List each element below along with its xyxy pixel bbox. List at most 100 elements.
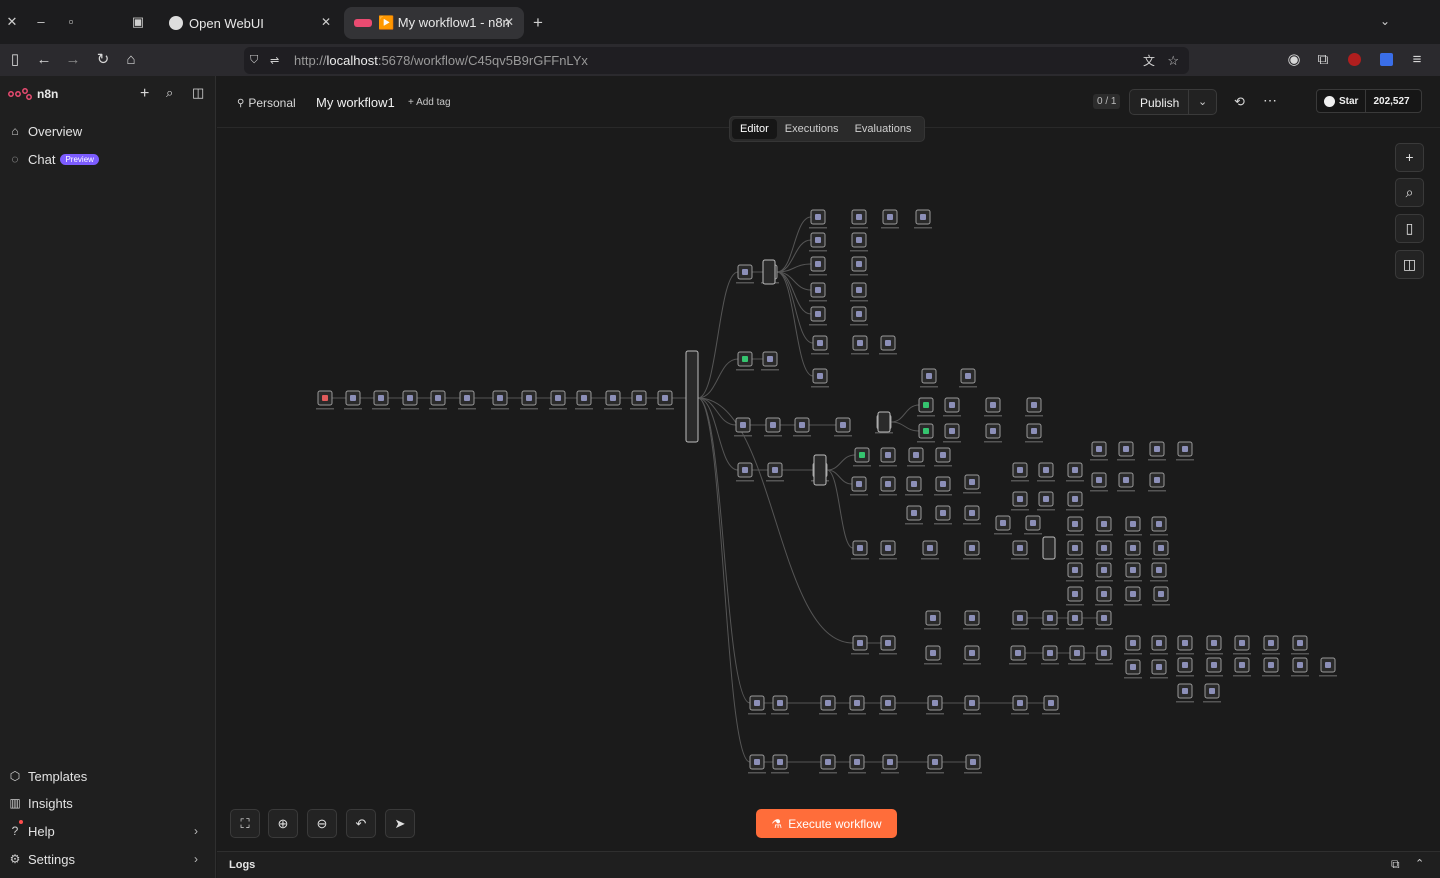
workflow-node[interactable] xyxy=(1176,441,1194,461)
github-star-button[interactable]: Star 202,527 xyxy=(1316,89,1422,113)
sidebar-item-help[interactable]: ? Help › xyxy=(8,821,208,841)
back-icon[interactable]: ← xyxy=(35,51,53,69)
workflow-node[interactable] xyxy=(879,335,897,355)
workflow-node[interactable] xyxy=(1066,491,1084,511)
workflow-node[interactable] xyxy=(372,390,390,410)
workflow-node[interactable] xyxy=(1042,695,1060,715)
workflow-node[interactable] xyxy=(748,754,766,774)
execute-workflow-button[interactable]: ⚗ Execute workflow xyxy=(756,809,897,838)
sidebar-item-insights[interactable]: ▥ Insights xyxy=(8,793,72,813)
workflow-node[interactable] xyxy=(1262,635,1280,655)
workflow-node[interactable] xyxy=(879,447,897,467)
workflow-node[interactable] xyxy=(429,390,447,410)
collapse-sidebar-icon[interactable]: ◫ xyxy=(192,85,204,101)
tab-close-icon[interactable]: ✕ xyxy=(504,15,514,29)
add-tag-link[interactable]: + Add tag xyxy=(408,97,451,108)
sidebar-toggle-icon[interactable]: ▯ xyxy=(6,51,24,69)
sidebar-item-overview[interactable]: ⌂ Overview xyxy=(8,121,82,141)
workflow-node[interactable] xyxy=(1124,635,1142,655)
workflow-node[interactable] xyxy=(881,209,899,229)
workflow-node[interactable] xyxy=(1095,586,1113,606)
workflow-node[interactable] xyxy=(984,397,1002,417)
workflow-node[interactable] xyxy=(1011,491,1029,511)
create-icon[interactable]: + xyxy=(140,85,149,103)
workflow-node[interactable] xyxy=(963,610,981,630)
workflow-node[interactable] xyxy=(736,462,754,482)
workflow-node[interactable] xyxy=(401,390,419,410)
workflow-node[interactable] xyxy=(848,695,866,715)
translate-extension-icon[interactable] xyxy=(1377,51,1395,69)
search-nodes-button[interactable]: ⌕ xyxy=(1395,178,1424,207)
workflow-node[interactable] xyxy=(1095,562,1113,582)
workflow-node[interactable] xyxy=(764,417,782,437)
workflow-node[interactable] xyxy=(917,397,935,417)
workflow-node[interactable] xyxy=(344,390,362,410)
workflow-node[interactable] xyxy=(1095,610,1113,630)
zoom-out-button[interactable]: ⊖ xyxy=(307,809,337,838)
workflow-node[interactable] xyxy=(1011,610,1029,630)
tab-evaluations[interactable]: Evaluations xyxy=(847,119,920,139)
workflow-node[interactable] xyxy=(1152,540,1170,560)
workflow-node[interactable] xyxy=(809,209,827,229)
history-icon[interactable]: ⟲ xyxy=(1234,94,1245,110)
workflow-node[interactable] xyxy=(1095,540,1113,560)
workflow-node[interactable] xyxy=(656,390,674,410)
workflow-node[interactable] xyxy=(1024,515,1042,535)
workflow-node[interactable] xyxy=(1233,657,1251,677)
workflow-node[interactable] xyxy=(920,368,938,388)
workflow-node[interactable] xyxy=(1025,397,1043,417)
workflow-node[interactable] xyxy=(924,610,942,630)
workflow-node[interactable] xyxy=(963,474,981,494)
tab-close-icon[interactable]: ✕ xyxy=(321,15,331,29)
workflow-node[interactable] xyxy=(850,209,868,229)
workflow-node[interactable] xyxy=(850,306,868,326)
switch-node[interactable] xyxy=(762,259,776,285)
chevron-up-icon[interactable]: ⌃ xyxy=(1415,857,1424,870)
switch-node[interactable] xyxy=(1042,536,1056,560)
workflow-node[interactable] xyxy=(921,540,939,560)
workflow-node[interactable] xyxy=(1037,462,1055,482)
sidebar-item-settings[interactable]: ⚙ Settings › xyxy=(8,849,208,869)
workflow-node[interactable] xyxy=(926,754,944,774)
project-breadcrumb[interactable]: ⚲ Personal xyxy=(237,96,296,110)
workflow-node[interactable] xyxy=(1319,657,1337,677)
workflow-node[interactable] xyxy=(1009,645,1027,665)
workflow-node[interactable] xyxy=(984,423,1002,443)
cursor-mode-button[interactable]: ➤ xyxy=(385,809,415,838)
workflow-node[interactable] xyxy=(1090,441,1108,461)
add-node-button[interactable]: + xyxy=(1395,143,1424,172)
workflow-node[interactable] xyxy=(1117,441,1135,461)
workflow-canvas[interactable] xyxy=(217,129,1440,851)
workflow-node[interactable] xyxy=(809,282,827,302)
workflow-node[interactable] xyxy=(766,462,784,482)
tab-executions[interactable]: Executions xyxy=(777,119,847,139)
workflow-node[interactable] xyxy=(1041,610,1059,630)
workflow-node[interactable] xyxy=(1041,645,1059,665)
workflow-node[interactable] xyxy=(575,390,593,410)
workflow-node[interactable] xyxy=(811,335,829,355)
workflow-node[interactable] xyxy=(905,505,923,525)
tab-groups-icon[interactable]: ▣ xyxy=(130,14,146,30)
workflow-node[interactable] xyxy=(736,264,754,284)
workflow-node[interactable] xyxy=(748,695,766,715)
workflow-node[interactable] xyxy=(879,540,897,560)
workflow-node[interactable] xyxy=(1066,562,1084,582)
workflow-node[interactable] xyxy=(943,423,961,443)
workflow-node[interactable] xyxy=(851,635,869,655)
workflow-name[interactable]: My workflow1 xyxy=(316,95,395,110)
workflow-node[interactable] xyxy=(924,645,942,665)
workflow-node[interactable] xyxy=(879,635,897,655)
ublock-icon[interactable] xyxy=(1345,51,1363,69)
workflow-node[interactable] xyxy=(853,447,871,467)
workflow-node[interactable] xyxy=(964,754,982,774)
sidebar-item-templates[interactable]: ⬡ Templates xyxy=(8,766,88,786)
extensions-icon[interactable]: ⧉ xyxy=(1314,51,1332,69)
workflow-node[interactable] xyxy=(914,209,932,229)
bookmark-star-icon[interactable]: ☆ xyxy=(1167,53,1179,69)
workflow-node[interactable] xyxy=(1066,540,1084,560)
workflow-node[interactable] xyxy=(850,282,868,302)
workflow-node[interactable] xyxy=(905,476,923,496)
workflow-graph[interactable] xyxy=(217,129,1440,851)
publish-button[interactable]: Publish xyxy=(1140,96,1179,110)
switch-node[interactable] xyxy=(877,411,891,433)
